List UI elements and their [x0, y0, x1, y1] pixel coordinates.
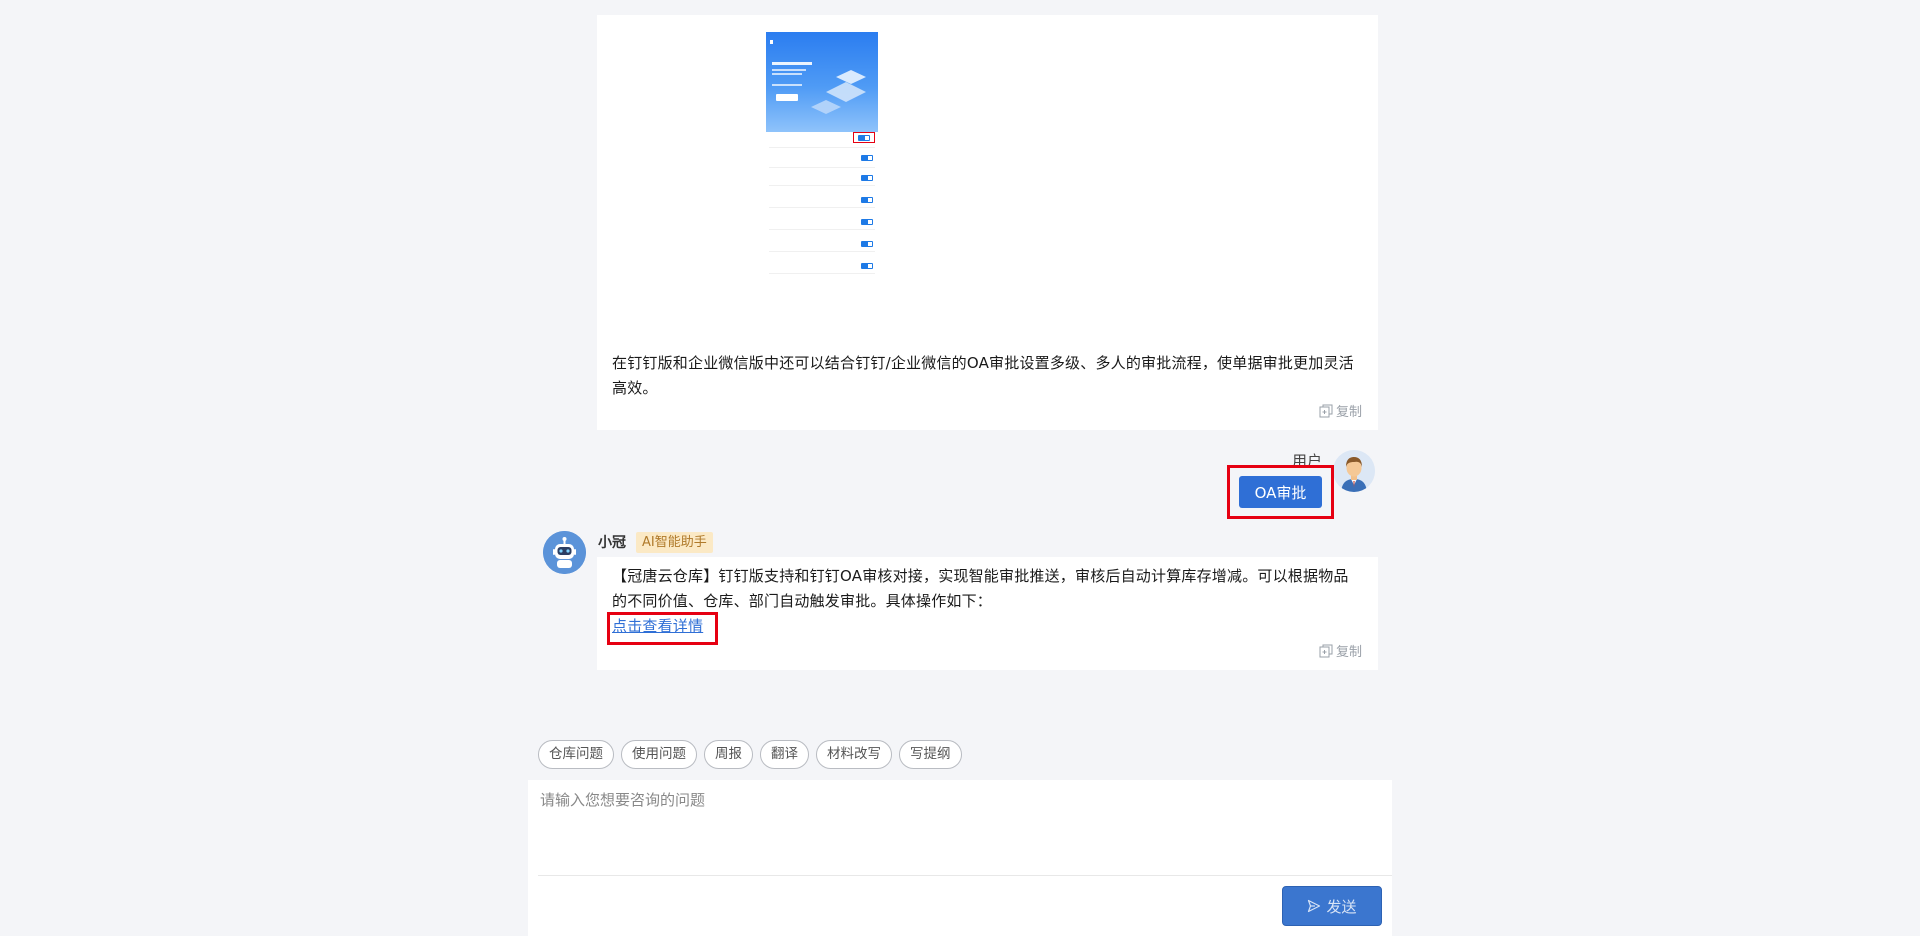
copy-label: 复制: [1335, 405, 1362, 420]
message-text: 【冠唐云仓库】钉钉版支持和钉钉OA审核对接，实现智能审批推送，审核后自动计算库存…: [612, 567, 1349, 610]
chip-usage-questions[interactable]: 使用问题: [621, 740, 697, 769]
chip-translate[interactable]: 翻译: [760, 740, 809, 769]
assistant-message-card: 在钉钉版和企业微信版中还可以结合钉钉/企业微信的OA审批设置多级、多人的审批流程…: [597, 15, 1378, 430]
quick-prompt-chips: 仓库问题 使用问题 周报 翻译 材料改写 写提纲: [538, 740, 962, 769]
illustration-graphic: [770, 40, 866, 114]
copy-icon: [1319, 404, 1333, 417]
composer-divider: [538, 875, 1392, 876]
chip-rewrite-material[interactable]: 材料改写: [816, 740, 892, 769]
robot-icon: [543, 531, 586, 574]
copy-label: 复制: [1335, 645, 1362, 660]
bot-avatar: [543, 531, 586, 574]
question-input[interactable]: [538, 787, 1382, 875]
bot-name-label: 小冠: [598, 535, 626, 551]
copy-button[interactable]: 复制: [1319, 401, 1362, 420]
send-icon: [1308, 899, 1321, 913]
chip-weekly-report[interactable]: 周报: [704, 740, 753, 769]
highlight-annotation-box: [1227, 465, 1334, 519]
send-button[interactable]: 发送: [1282, 886, 1382, 926]
message-composer: 发送: [528, 780, 1392, 936]
copy-icon: [1319, 644, 1333, 657]
ai-assistant-badge: AI智能助手: [636, 532, 713, 553]
chip-warehouse-questions[interactable]: 仓库问题: [538, 740, 614, 769]
copy-button[interactable]: 复制: [1319, 641, 1362, 660]
user-avatar-icon: [1333, 450, 1375, 492]
user-avatar: [1333, 450, 1375, 492]
send-label: 发送: [1326, 897, 1357, 916]
embedded-screenshot-image: [766, 32, 878, 282]
chip-write-outline[interactable]: 写提纲: [899, 740, 962, 769]
message-text: 在钉钉版和企业微信版中还可以结合钉钉/企业微信的OA审批设置多级、多人的审批流程…: [612, 354, 1354, 397]
highlight-annotation-box: [607, 612, 718, 645]
